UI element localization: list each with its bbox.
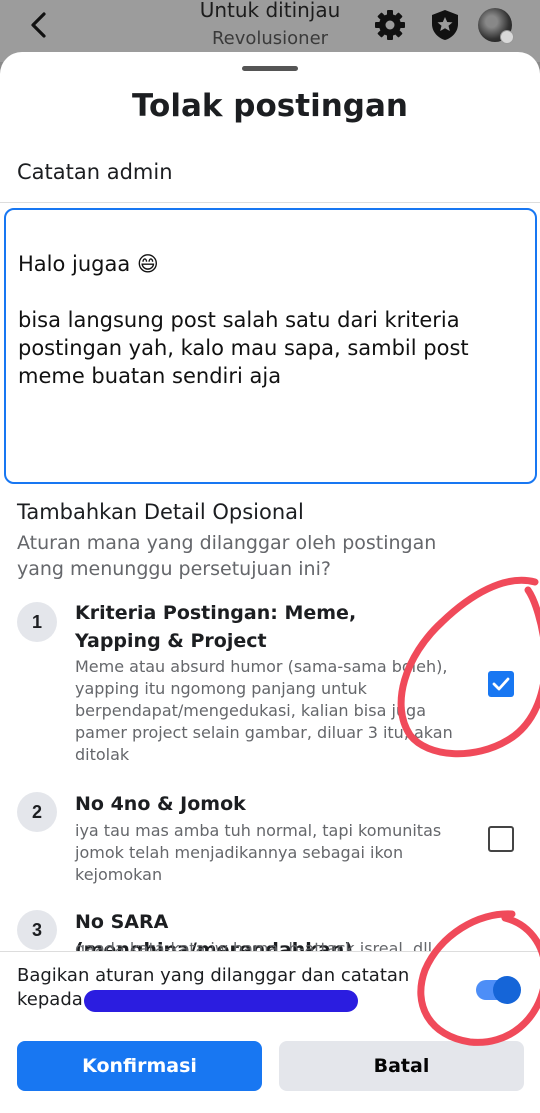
admin-note-input[interactable]: Halo jugaa 😄 bisa langsung post salah sa… xyxy=(4,208,537,484)
drag-handle[interactable] xyxy=(242,66,298,71)
rule-description: Meme atau absurd humor (sama-sama boleh)… xyxy=(75,657,453,764)
gear-icon[interactable] xyxy=(373,8,407,42)
optional-details-title: Tambahkan Detail Opsional xyxy=(17,500,304,524)
rule-checkbox-checked[interactable] xyxy=(488,671,514,697)
share-toggle-knob[interactable] xyxy=(493,976,521,1004)
page-title: Untuk ditinjau xyxy=(199,0,341,22)
group-name: Revolusioner xyxy=(211,28,329,49)
rule-number: 1 xyxy=(17,602,57,642)
confirm-button[interactable]: Konfirmasi xyxy=(17,1041,262,1091)
optional-details-desc: Aturan mana yang dilanggar oleh postinga… xyxy=(17,532,437,580)
divider xyxy=(0,202,540,203)
chevron-down-icon xyxy=(500,30,514,44)
rule-title: Kriteria Postingan: Meme, Yapping & Proj… xyxy=(75,602,357,652)
shield-star-icon[interactable] xyxy=(428,8,462,42)
back-arrow-icon[interactable] xyxy=(24,8,54,42)
rule-checkbox[interactable] xyxy=(488,826,514,852)
admin-note-text[interactable]: Halo jugaa 😄 bisa langsung post salah sa… xyxy=(18,250,518,390)
rule-description: iya tau mas amba tuh normal, tapi komuni… xyxy=(75,821,442,884)
rule-number: 3 xyxy=(17,910,57,950)
checkmark-icon xyxy=(492,677,510,691)
cancel-button[interactable]: Batal xyxy=(279,1041,524,1091)
admin-note-label: Catatan admin xyxy=(17,160,173,184)
redaction-scribble xyxy=(84,990,358,1012)
sheet-title: Tolak postingan xyxy=(132,88,408,124)
rule-title: No 4no & Jomok xyxy=(75,793,246,815)
reject-post-sheet: Tolak postingan Catatan admin Halo jugaa… xyxy=(0,52,540,1113)
rule-number: 2 xyxy=(17,792,57,832)
